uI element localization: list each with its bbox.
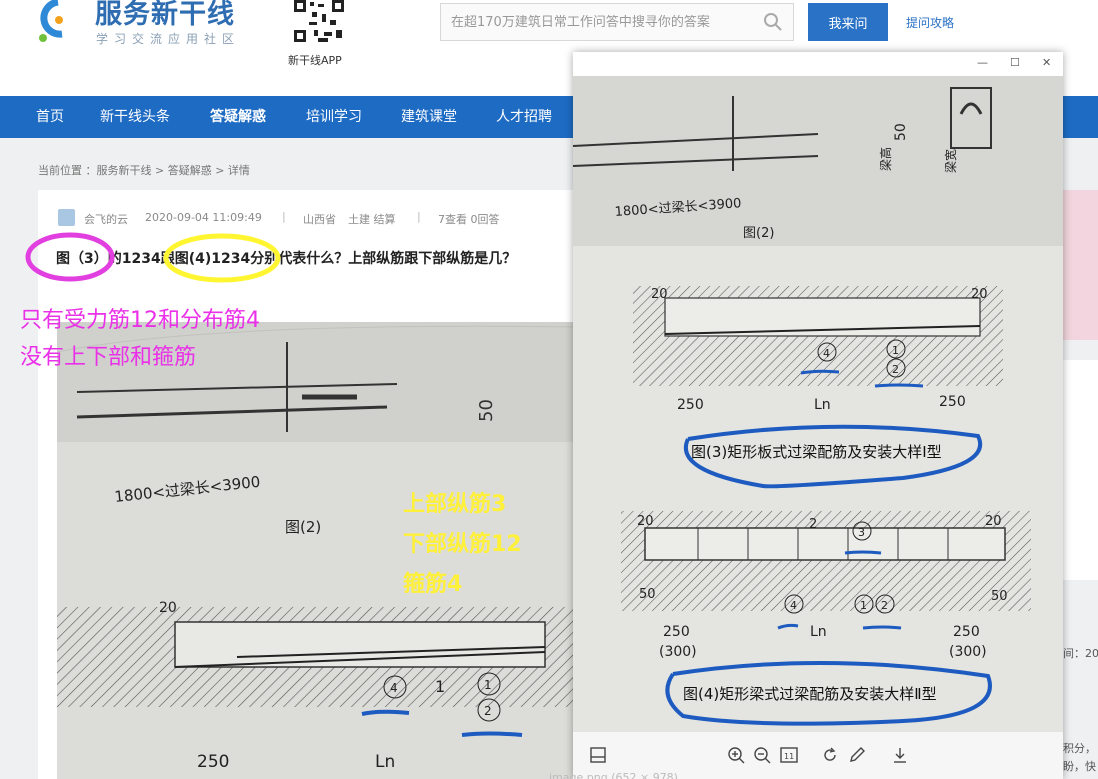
viewer-drawing: 50 梁高 梁宽 1800<过梁长<3900 图(2) 20 20 4 1 2 … — [573, 76, 1063, 732]
pink-ellipse — [25, 232, 115, 282]
fig3-bar-2: 2 — [892, 363, 899, 376]
fig3-bar-4: 4 — [823, 347, 830, 360]
fig4-bar-3: 3 — [858, 526, 865, 539]
fig3-dim-250-left: 250 — [677, 397, 704, 413]
fig4-bar-4: 4 — [790, 599, 797, 612]
fig4-bar-1: 1 — [860, 599, 867, 612]
actual-size-icon[interactable]: 11 — [780, 746, 798, 764]
fig3-dim-20-right: 20 — [971, 287, 988, 302]
fig4-dim-50-left: 50 — [639, 587, 656, 602]
side-text-more: 盼，快 — [1063, 760, 1096, 773]
fig3-dim-250-right: 250 — [939, 394, 966, 410]
fig4-dim-50-right: 50 — [991, 589, 1008, 604]
beam-width-label: 梁宽 — [943, 149, 958, 173]
zoom-out-icon[interactable] — [753, 746, 771, 764]
viewer-height-value: 50 — [893, 123, 909, 141]
fig4-bar-2: 2 — [881, 599, 888, 612]
side-text-time: 间：20 — [1063, 647, 1098, 660]
fig4-dim-20-left: 20 — [637, 514, 654, 529]
edit-pencil-icon[interactable] — [848, 746, 866, 764]
fig3-bar-1: 1 — [892, 344, 899, 357]
image-file-status: image.png (652 × 978) — [549, 771, 678, 779]
fig4-caption: 图(4)矩形梁式过梁配筋及安装大样Ⅱ型 — [683, 685, 937, 703]
fig4-dim-ln: Ln — [810, 624, 827, 640]
image-viewer-window: — ☐ ✕ 50 梁高 梁宽 1800<过梁长<3900 图(2) 20 20 … — [573, 52, 1063, 779]
zoom-in-icon[interactable] — [727, 746, 745, 764]
rotate-icon[interactable] — [821, 746, 839, 764]
fig3-dim-ln: Ln — [814, 397, 831, 413]
fig4-dim-250-left: 250 — [663, 624, 690, 640]
svg-text:11: 11 — [784, 752, 794, 761]
fig4-dim-300-right: (300) — [949, 644, 987, 660]
fig3-dim-20-left: 20 — [651, 287, 668, 302]
viewer-fig2: 图(2) — [743, 226, 774, 241]
side-banner[interactable] — [1063, 190, 1098, 340]
fig3-caption: 图(3)矩形板式过梁配筋及安装大样Ⅰ型 — [691, 443, 942, 461]
viewer-titlebar[interactable]: — ☐ ✕ — [573, 52, 1063, 76]
side-text-points: 积分， — [1063, 742, 1096, 755]
viewer-image[interactable]: 50 梁高 梁宽 1800<过梁长<3900 图(2) 20 20 4 1 2 … — [573, 76, 1063, 779]
fig4-section-2: 2 — [809, 517, 817, 532]
maximize-button[interactable]: ☐ — [1010, 56, 1020, 69]
yellow-ellipse — [163, 233, 281, 283]
close-button[interactable]: ✕ — [1042, 56, 1051, 69]
right-sidebar: 间：20 积分， 盼，快 — [1063, 190, 1098, 779]
fig4-dim-300-left: (300) — [659, 644, 697, 660]
download-icon[interactable] — [891, 746, 909, 764]
fig4-dim-250-right: 250 — [953, 624, 980, 640]
minimize-button[interactable]: — — [977, 56, 988, 69]
beam-height-label: 梁高 — [878, 147, 893, 171]
fig4-dim-20-right: 20 — [985, 514, 1002, 529]
fit-window-icon[interactable] — [589, 746, 607, 764]
